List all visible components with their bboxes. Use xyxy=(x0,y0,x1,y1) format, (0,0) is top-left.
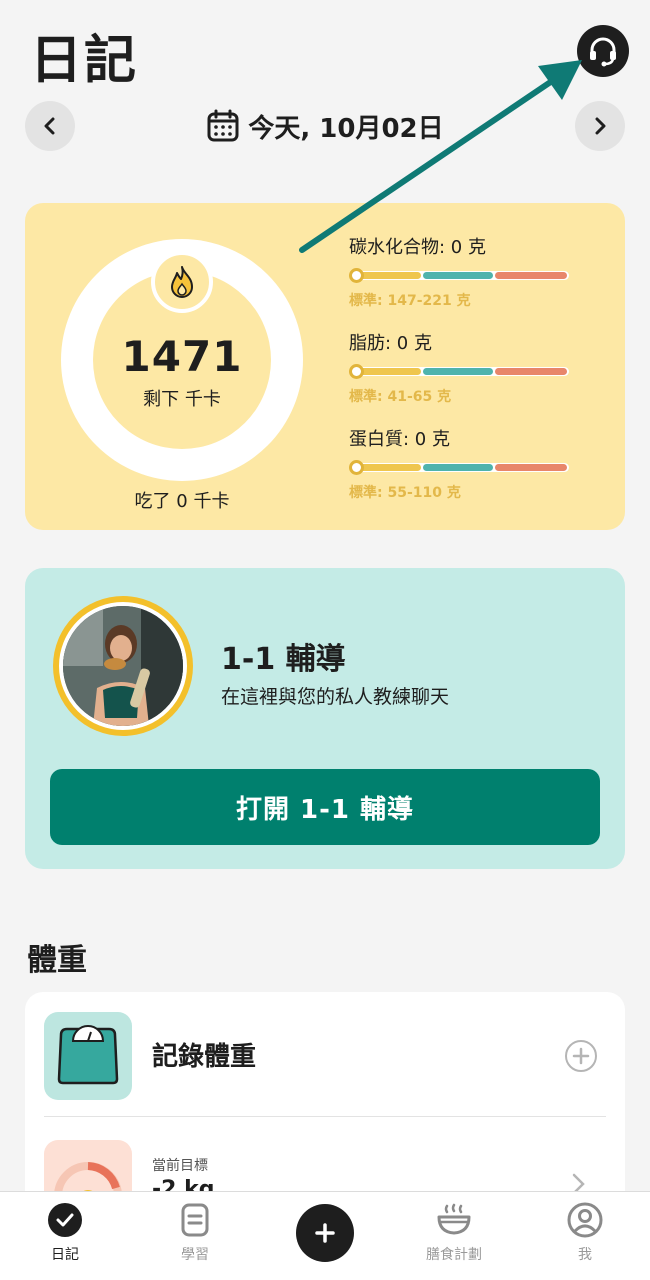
tab-me[interactable]: 我 xyxy=(530,1202,640,1264)
coaching-title: 1-1 輔導 xyxy=(221,642,346,677)
bottom-tab-bar: 日記 學習 膳食計劃 我 xyxy=(0,1191,650,1280)
date-label: 今天, 10月02日 xyxy=(248,113,444,144)
scale-icon xyxy=(57,1025,119,1085)
weight-section-title: 體重 xyxy=(27,943,87,978)
macro-standard: 標準: 41-65 克 xyxy=(349,389,452,405)
macro-progress-bar xyxy=(349,460,569,475)
add-weight-button[interactable] xyxy=(565,1040,597,1072)
page-title: 日記 xyxy=(30,31,139,91)
open-coaching-button[interactable]: 打開 1-1 輔導 xyxy=(50,769,600,845)
tab-learn[interactable]: 學習 xyxy=(140,1202,250,1264)
next-day-button[interactable] xyxy=(575,101,625,151)
macro-progress-bar xyxy=(349,364,569,379)
tab-meal-plan[interactable]: 膳食計劃 xyxy=(399,1202,509,1264)
chevron-right-icon xyxy=(595,117,606,135)
coaching-card: 1-1 輔導 在這裡與您的私人教練聊天 打開 1-1 輔導 xyxy=(25,568,625,869)
tab-label: 我 xyxy=(578,1247,592,1263)
macro-progress-bar xyxy=(349,268,569,283)
macro-name: 碳水化合物: 0 克 xyxy=(349,237,486,258)
plus-icon xyxy=(572,1047,590,1065)
progress-knob xyxy=(349,460,364,475)
date-selector[interactable]: 今天, 10月02日 xyxy=(0,106,650,146)
macro-name: 脂肪: 0 克 xyxy=(349,333,432,354)
calendar-icon xyxy=(207,109,239,142)
user-icon xyxy=(567,1202,603,1238)
book-icon xyxy=(181,1203,209,1237)
macro-name: 蛋白質: 0 克 xyxy=(349,429,450,450)
flame-icon xyxy=(171,266,193,298)
goal-label: 當前目標 xyxy=(152,1158,208,1174)
check-circle-icon xyxy=(48,1203,82,1237)
record-weight-label[interactable]: 記錄體重 xyxy=(152,1036,256,1073)
headset-icon xyxy=(590,37,616,67)
divider xyxy=(44,1116,606,1117)
flame-badge xyxy=(151,251,213,313)
macro-fat: 脂肪: 0 克 標準: 41-65 克 xyxy=(349,329,599,406)
scale-tile xyxy=(44,1012,132,1100)
progress-knob xyxy=(349,268,364,283)
tab-diary[interactable]: 日記 xyxy=(10,1202,120,1264)
calorie-summary-card[interactable]: 1471 剩下 千卡 吃了 0 千卡 碳水化合物: 0 克 標準: 147-22… xyxy=(25,203,625,530)
remaining-kcal-label: 剩下 千卡 xyxy=(143,388,221,410)
coach-avatar xyxy=(53,596,193,736)
eaten-kcal-label: 吃了 0 千卡 xyxy=(134,491,230,512)
coaching-subtitle: 在這裡與您的私人教練聊天 xyxy=(221,686,450,708)
tab-label: 學習 xyxy=(181,1247,209,1263)
macro-protein: 蛋白質: 0 克 標準: 55-110 克 xyxy=(349,425,599,502)
macro-standard: 標準: 147-221 克 xyxy=(349,293,471,309)
add-entry-button[interactable] xyxy=(296,1204,354,1262)
bowl-icon xyxy=(437,1203,471,1235)
tab-label: 膳食計劃 xyxy=(426,1247,482,1263)
tab-label: 日記 xyxy=(51,1247,79,1263)
macro-carbs: 碳水化合物: 0 克 標準: 147-221 克 xyxy=(349,233,599,310)
macro-standard: 標準: 55-110 克 xyxy=(349,485,461,501)
progress-knob xyxy=(349,364,364,379)
support-button[interactable] xyxy=(577,25,629,77)
coach-photo xyxy=(63,606,183,726)
plus-icon xyxy=(315,1223,335,1243)
remaining-kcal-value: 1471 xyxy=(121,331,243,381)
